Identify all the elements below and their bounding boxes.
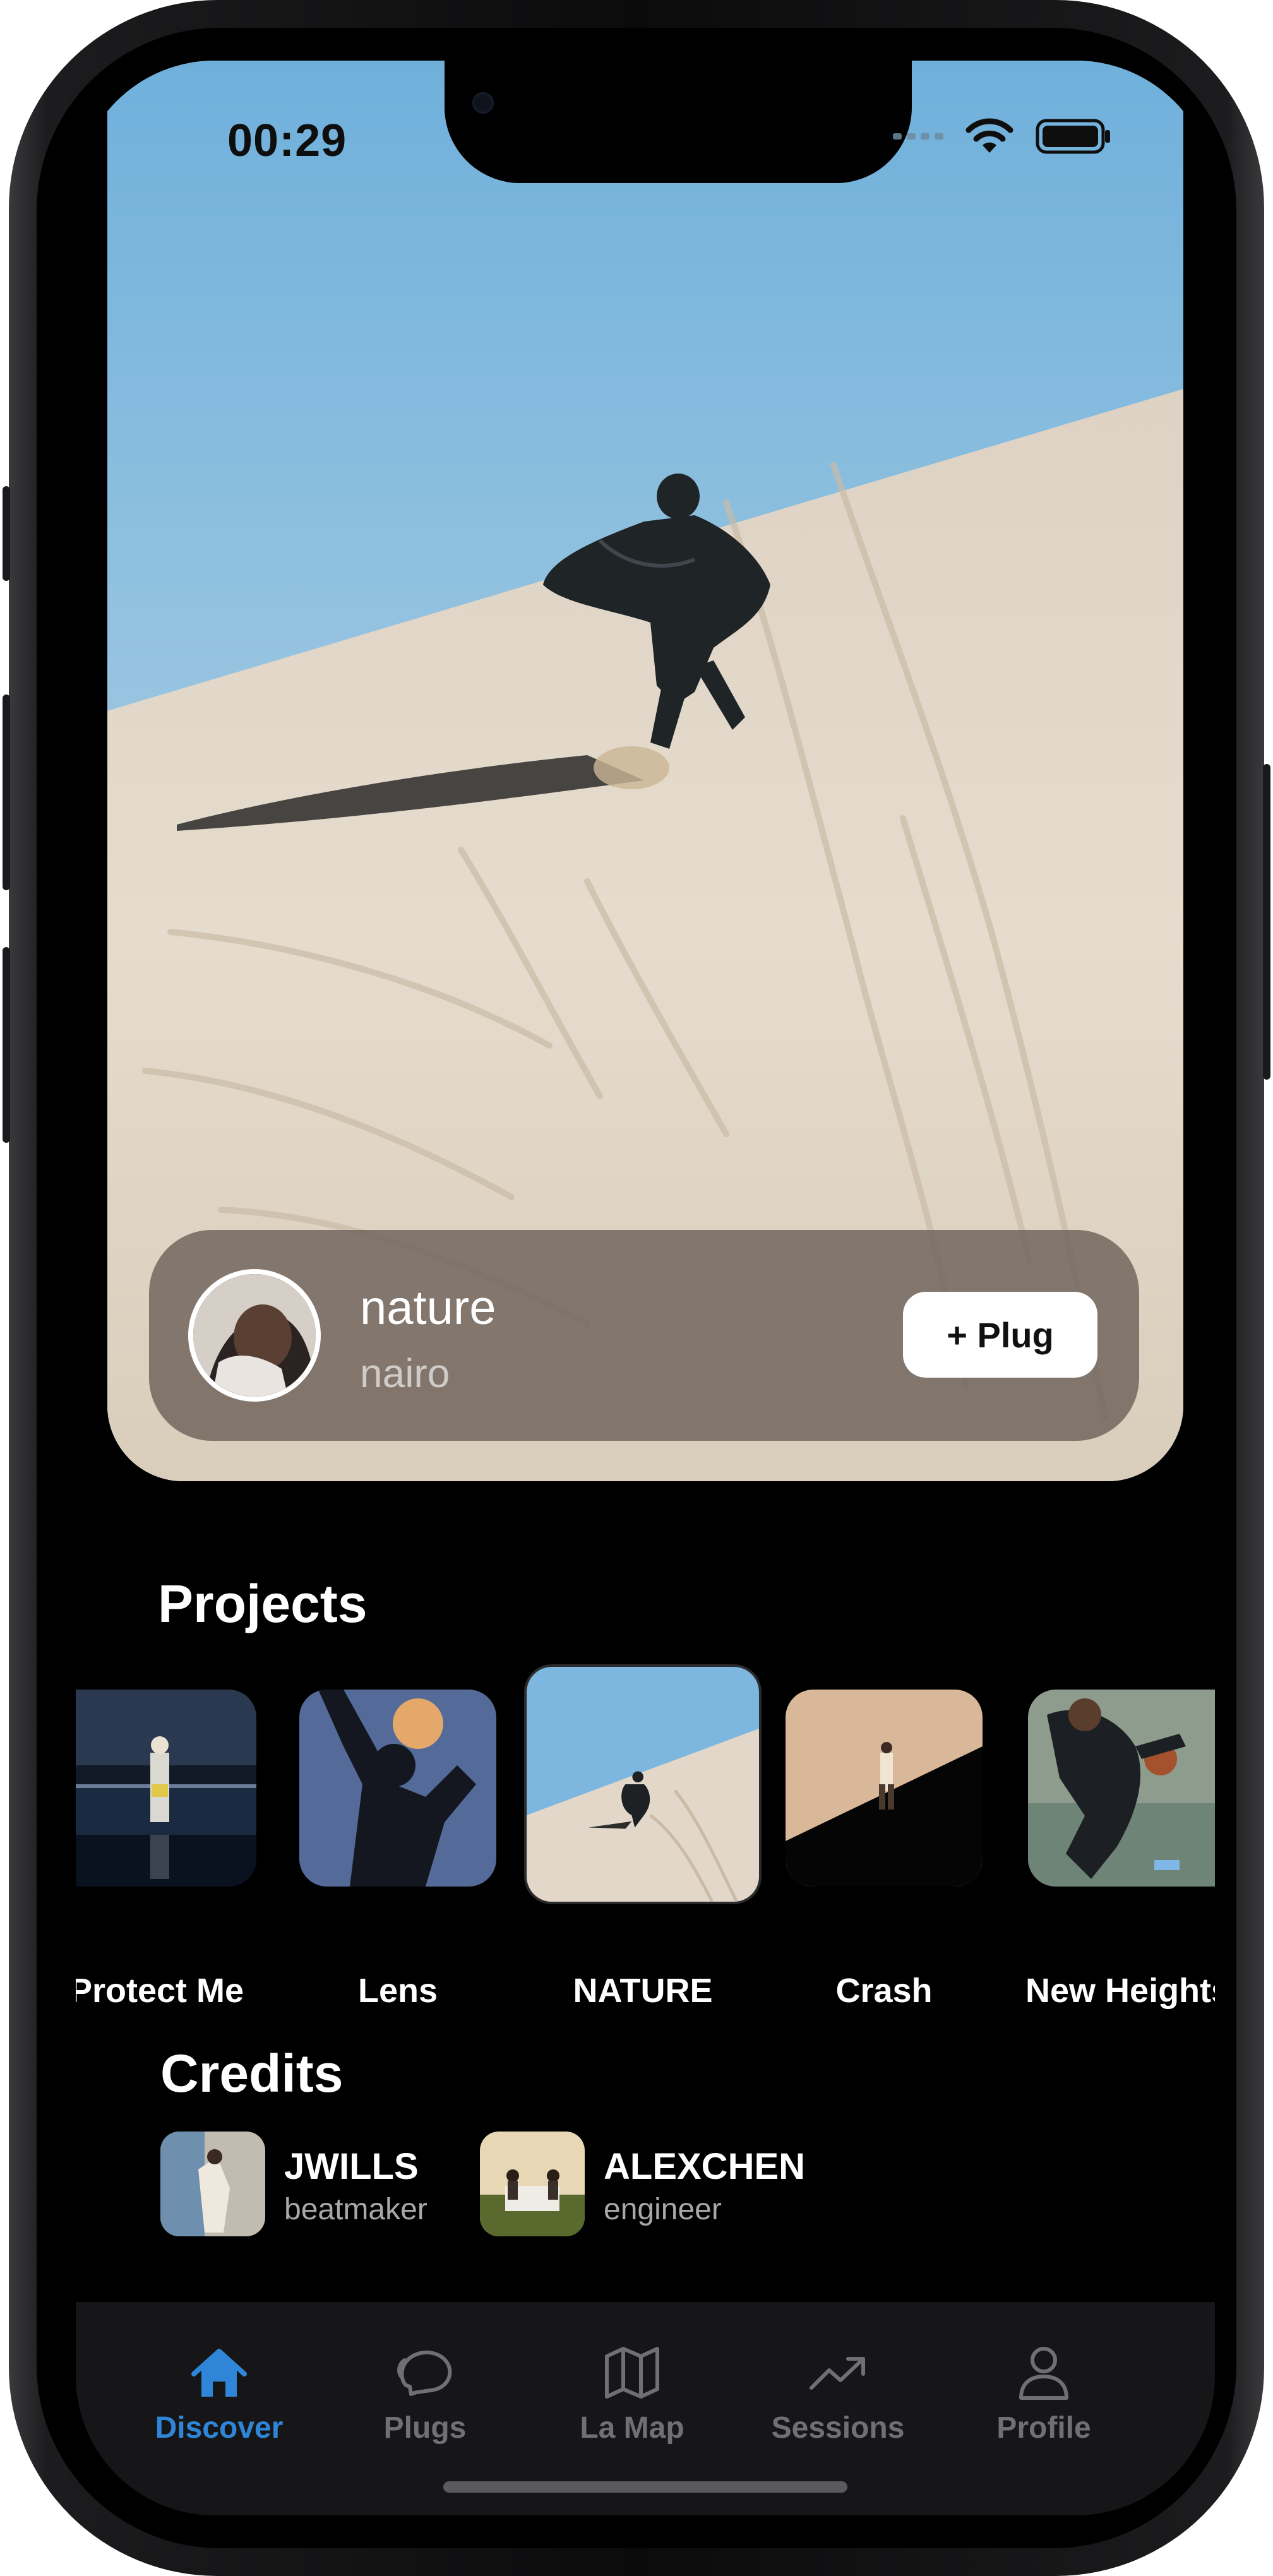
credit-avatar [160,2132,265,2236]
tab-sessions[interactable]: Sessions [734,2302,942,2460]
project-label-nature[interactable]: NATURE [524,1971,762,2010]
home-indicator[interactable] [443,2481,847,2493]
credit-item[interactable]: ALEXCHEN engineer [480,2132,834,2239]
track-title: nature [360,1281,496,1335]
tab-label: Plugs [383,2411,467,2445]
projects-heading: Projects [158,1574,368,1633]
credit-role: beatmaker [284,2193,427,2226]
status-icons [893,117,1113,155]
tab-label: Profile [996,2411,1091,2445]
project-thumb-protect-me[interactable] [76,1690,256,1887]
now-playing-card[interactable]: nature nairo + Plug [149,1230,1139,1441]
project-label-protect-me[interactable]: Protect Me [76,1971,264,2010]
credit-item[interactable]: JWILLS beatmaker [160,2132,438,2239]
projects-carousel[interactable] [76,1664,1215,1967]
tab-la-map[interactable]: La Map [528,2302,736,2460]
silent-switch [3,486,10,581]
trending-up-icon [810,2357,865,2390]
project-label-lens[interactable]: Lens [299,1971,496,2010]
volume-up-button [3,695,10,890]
signal-icon [893,133,943,140]
project-thumb-new-heights[interactable] [1028,1690,1215,1887]
credit-role: engineer [604,2193,722,2226]
project-label-new-heights[interactable]: New Heights [1025,1971,1215,2010]
tab-label: Sessions [771,2411,905,2445]
tab-label: La Map [580,2411,684,2445]
person-icon [1019,2347,1068,2400]
artist-avatar[interactable] [188,1269,321,1402]
tab-profile[interactable]: Profile [940,2302,1148,2460]
credits-heading: Credits [160,2044,344,2103]
tab-discover[interactable]: Discover [115,2302,323,2460]
credit-name: JWILLS [284,2146,419,2187]
house-icon [191,2349,247,2397]
plug-button[interactable]: + Plug [903,1292,1097,1378]
tab-label: Discover [155,2411,284,2445]
battery-icon [1036,119,1110,154]
device-notch [445,61,912,183]
volume-down-button [3,947,10,1143]
screen: 00:29 nature nairo + Plug Projects Prote… [76,61,1215,2515]
project-thumb-crash[interactable] [786,1690,983,1887]
artist-name[interactable]: nairo [360,1350,450,1397]
project-label-crash[interactable]: Crash [786,1971,983,2010]
credit-avatar [480,2132,585,2236]
credit-name: ALEXCHEN [604,2146,806,2187]
project-thumb-nature[interactable] [524,1664,762,1904]
status-time: 00:29 [227,116,347,166]
project-thumb-lens[interactable] [299,1690,496,1887]
tab-plugs[interactable]: Plugs [321,2302,529,2460]
wifi-icon [965,118,1013,153]
phone-frame: 00:29 nature nairo + Plug Projects Prote… [3,0,1270,2576]
map-icon [605,2347,659,2399]
chat-bubbles-icon [397,2350,452,2396]
front-camera [472,92,494,114]
power-button [1263,764,1270,1080]
hero-image[interactable]: 00:29 nature nairo + Plug [107,61,1183,1481]
